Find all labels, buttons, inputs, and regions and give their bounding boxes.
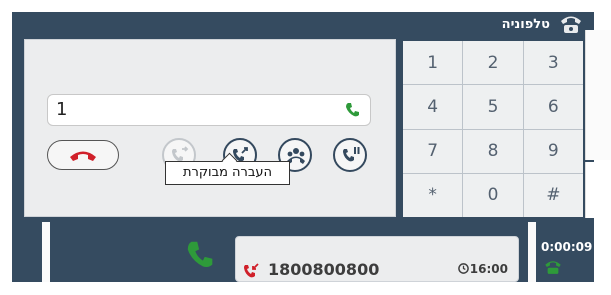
hangup-button[interactable] xyxy=(47,140,119,170)
header: טלפוניה xyxy=(12,12,594,40)
phone-icon[interactable] xyxy=(344,101,362,124)
active-call-bar: 1800800800 16:00 0:00:09 xyxy=(12,218,594,282)
header-title: טלפוניה xyxy=(501,17,550,32)
telephone-icon xyxy=(543,258,563,280)
tooltip: העברה מבוקרת xyxy=(165,152,290,185)
hold-button[interactable] xyxy=(333,138,367,172)
key-2[interactable]: 2 xyxy=(463,41,523,85)
phone-icon[interactable] xyxy=(184,238,218,276)
keypad: 1 2 3 4 5 6 7 8 9 * 0 # xyxy=(403,41,583,217)
background-panel-edge-lower xyxy=(585,162,611,222)
key-0[interactable]: 0 xyxy=(463,173,523,217)
key-6[interactable]: 6 xyxy=(523,85,583,129)
key-1[interactable]: 1 xyxy=(403,41,463,85)
key-5[interactable]: 5 xyxy=(463,85,523,129)
key-7[interactable]: 7 xyxy=(403,129,463,173)
hold-icon xyxy=(343,147,360,162)
key-9[interactable]: 9 xyxy=(523,129,583,173)
key-star[interactable]: * xyxy=(403,173,463,217)
number-value: 1 xyxy=(56,99,68,120)
call-time: 16:00 xyxy=(457,262,508,276)
dialer-panel: 1 xyxy=(24,39,396,217)
clock-icon xyxy=(457,263,469,274)
key-4[interactable]: 4 xyxy=(403,85,463,129)
divider xyxy=(528,222,536,282)
telephone-icon xyxy=(558,13,584,39)
key-8[interactable]: 8 xyxy=(463,129,523,173)
divider xyxy=(42,222,50,282)
call-number: 1800800800 xyxy=(268,260,380,279)
call-card[interactable]: 1800800800 16:00 xyxy=(235,236,519,282)
call-duration: 0:00:09 xyxy=(541,240,593,254)
number-input[interactable]: 1 xyxy=(47,94,371,126)
key-hash[interactable]: # xyxy=(523,173,583,217)
incoming-call-icon xyxy=(242,262,260,284)
hangup-icon xyxy=(70,151,96,161)
call-time-value: 16:00 xyxy=(469,262,508,276)
background-panel-edge xyxy=(585,30,611,160)
key-3[interactable]: 3 xyxy=(523,41,583,85)
